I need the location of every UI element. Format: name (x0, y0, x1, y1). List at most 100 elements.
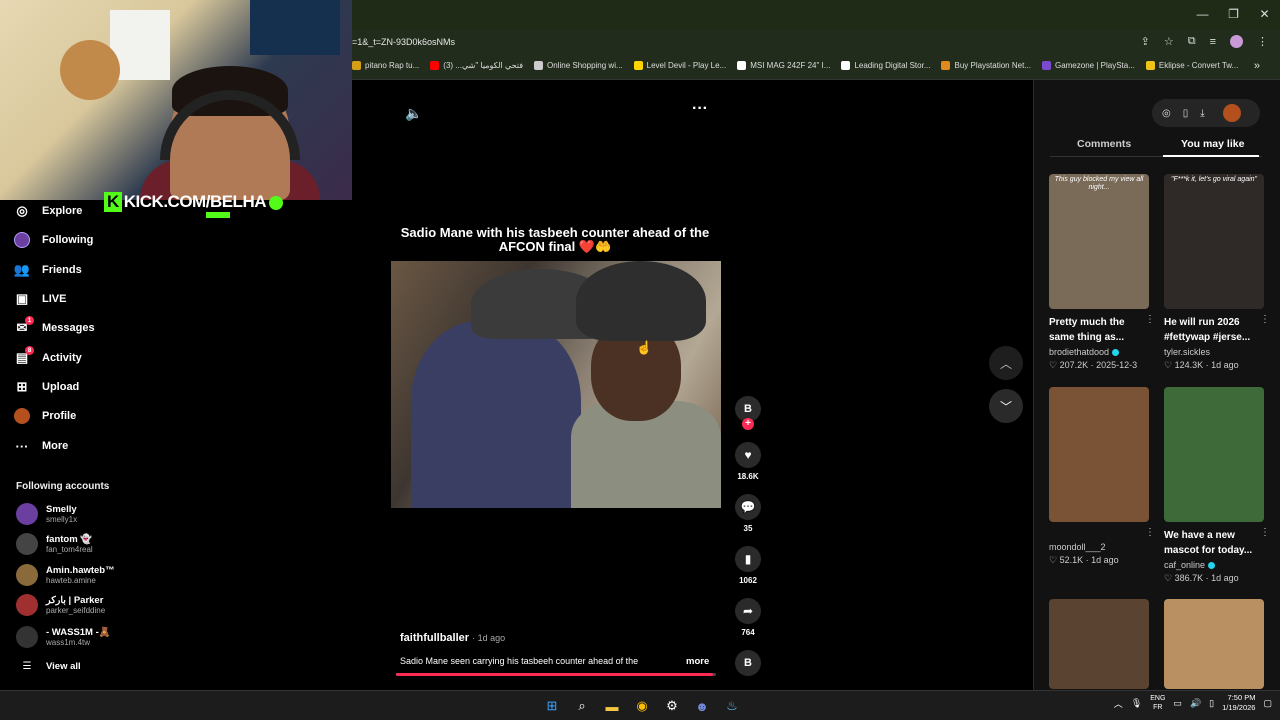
card-user[interactable]: tyler.sickles (1164, 347, 1264, 357)
more-options-icon[interactable]: ··· (692, 100, 708, 118)
card-user[interactable]: brodiethatdood (1049, 347, 1149, 357)
download-icon[interactable]: ⤓ (1200, 108, 1204, 119)
card-title[interactable]: He will run 2026 #fettywap #jerse... (1164, 315, 1264, 346)
url-text[interactable]: =1&_t=ZN-93D0k6osNMs (352, 37, 455, 47)
discord-icon[interactable]: ☻ (692, 696, 712, 716)
like-action[interactable]: ♥ 18.6K (732, 442, 764, 481)
windows-start-icon[interactable]: ⊞ (542, 696, 562, 716)
network-icon[interactable]: ▭ (1173, 698, 1182, 709)
sidebar-item-upload[interactable]: ⊞ Upload (14, 379, 80, 395)
sound-avatar[interactable]: B (735, 650, 761, 676)
clock[interactable]: 7:50 PM 1/19/2026 (1222, 693, 1255, 713)
card-options-icon[interactable]: ⋮ (1145, 314, 1155, 325)
caption-more-button[interactable]: more (686, 656, 709, 667)
following-account[interactable]: باركر | Parker parker_seifddine (16, 594, 105, 616)
bookmark-item[interactable]: Leading Digital Stor... (841, 61, 930, 70)
recommended-video-card[interactable] (1049, 599, 1149, 689)
bookmarks-overflow-button[interactable]: » (1254, 60, 1260, 72)
card-user[interactable]: caf_online (1164, 560, 1264, 570)
recommended-video-card[interactable]: This guy blocked my view all night... ⋮ Pr… (1049, 174, 1155, 371)
sidebar-item-activity[interactable]: ▤ 8 Activity (14, 346, 82, 366)
video-thumbnail[interactable] (1164, 387, 1264, 522)
bookmark-item[interactable]: Level Devil - Play Le... (633, 61, 726, 70)
author-avatar[interactable]: B + (735, 396, 761, 430)
sound-avatar-action[interactable]: B (732, 650, 764, 676)
video-thumbnail[interactable] (1049, 599, 1149, 689)
video-thumbnail[interactable] (1049, 387, 1149, 522)
sidebar-item-live[interactable]: ▣ LIVE (14, 291, 67, 307)
install-icon[interactable]: ⇪ (1141, 35, 1150, 48)
compass-icon[interactable]: ◎ (1162, 108, 1171, 119)
speaker-icon[interactable]: 🔊 (1190, 698, 1201, 709)
video-thumbnail[interactable]: "F***k it, let's go viral again" (1164, 174, 1264, 309)
save-action[interactable]: ▮ 1062 (732, 546, 764, 585)
recommended-video-card[interactable]: "F***k it, let's go viral again" ⋮ He will… (1164, 174, 1270, 371)
close-window-button[interactable]: ✕ (1249, 0, 1280, 28)
device-icon[interactable]: ▯ (1183, 108, 1189, 119)
media-icon[interactable]: ≡ (1210, 36, 1216, 48)
file-explorer-icon[interactable]: ▬ (602, 696, 622, 716)
comment-icon[interactable]: 💬 (735, 494, 761, 520)
browser-menu-icon[interactable]: ⋮ (1257, 35, 1268, 48)
card-options-icon[interactable]: ⋮ (1145, 527, 1155, 538)
my-avatar[interactable] (1222, 104, 1241, 122)
author-avatar-button[interactable]: B + (732, 396, 764, 430)
search-icon[interactable]: ⌕ (572, 696, 592, 716)
view-all-link[interactable]: ☰ View all (16, 661, 81, 672)
comment-action[interactable]: 💬 35 (732, 494, 764, 533)
card-options-icon[interactable]: ⋮ (1260, 314, 1270, 325)
card-user[interactable]: moondoll___2 (1049, 542, 1149, 552)
recommended-video-card[interactable]: ⋮ moondoll___2 ♡ 52.1K · 1d ago (1049, 387, 1155, 566)
following-account[interactable]: fantom 👻 fan_tom4real (16, 533, 93, 555)
microphone-icon[interactable]: 🎙 (1131, 698, 1142, 709)
author-name[interactable]: faithfullballer (400, 632, 469, 644)
video-thumbnail[interactable] (1164, 599, 1264, 689)
notifications-icon[interactable]: ▢ (1263, 698, 1272, 709)
restore-button[interactable]: ❐ (1218, 0, 1249, 28)
sidebar-item-explore[interactable]: ◎ Explore (14, 203, 82, 219)
bookmark-item[interactable]: فتحي الكوميا "شي... (3) (430, 61, 523, 70)
app-icon[interactable]: ⚙ (662, 696, 682, 716)
share-action[interactable]: ➦ 764 (732, 598, 764, 637)
minimize-button[interactable]: — (1187, 0, 1218, 28)
recommended-video-card[interactable]: ⋮ We have a new mascot for today... caf_on… (1164, 387, 1270, 584)
video-frame[interactable] (391, 261, 721, 508)
bookmark-item[interactable]: Online Shopping wi... (534, 61, 623, 70)
battery-icon[interactable]: ▯ (1209, 698, 1214, 709)
recommended-video-card[interactable] (1164, 599, 1264, 689)
card-title[interactable]: We have a new mascot for today... (1164, 528, 1264, 559)
bookmark-item[interactable]: MSI MAG 242F 24" I... (737, 61, 830, 70)
sidebar-item-following[interactable]: Following (14, 232, 93, 248)
chrome-icon[interactable]: ◉ (632, 696, 652, 716)
video-thumbnail[interactable]: This guy blocked my view all night... (1049, 174, 1149, 309)
language-indicator[interactable]: ENG FR (1150, 694, 1165, 712)
sidebar-item-profile[interactable]: Profile (14, 408, 76, 424)
following-account[interactable]: Amin.hawteb™ hawteb.amine (16, 564, 115, 586)
steam-icon[interactable]: ♨ (722, 696, 742, 716)
bookmark-item[interactable]: Gamezone | PlaySta... (1041, 61, 1135, 70)
video-progress-bar[interactable] (396, 673, 716, 676)
bookmark-item[interactable]: Eklipse - Convert Tw... (1145, 61, 1238, 70)
bookmark-item[interactable]: pitano Rap tu... (352, 61, 419, 70)
tab-comments[interactable]: Comments (1077, 138, 1131, 150)
card-title[interactable]: Pretty much the same thing as... (1049, 315, 1149, 346)
profile-avatar-icon[interactable] (1230, 35, 1243, 48)
sidebar-item-messages[interactable]: ✉ 1 Messages (14, 316, 95, 336)
heart-icon[interactable]: ♥ (735, 442, 761, 468)
volume-icon[interactable]: 🔈 (405, 105, 422, 122)
follow-plus-icon[interactable]: + (742, 418, 754, 430)
video-author[interactable]: faithfullballer · 1d ago (400, 632, 505, 644)
following-account[interactable]: Smelly smelly1x (16, 503, 77, 525)
tray-overflow-icon[interactable]: ︿ (1114, 697, 1123, 710)
bookmark-star-icon[interactable]: ☆ (1164, 35, 1174, 48)
bookmark-item[interactable]: Buy Playstation Net... (941, 61, 1031, 70)
next-video-button[interactable]: ﹀ (989, 389, 1023, 423)
tab-you-may-like[interactable]: You may like (1181, 138, 1244, 150)
sidebar-item-friends[interactable]: 👥 Friends (14, 262, 82, 278)
previous-video-button[interactable]: ︿ (989, 346, 1023, 380)
card-options-icon[interactable]: ⋮ (1260, 527, 1270, 538)
sidebar-item-more[interactable]: ··· More (14, 438, 69, 454)
bookmark-icon[interactable]: ▮ (735, 546, 761, 572)
share-icon[interactable]: ➦ (735, 598, 761, 624)
following-account[interactable]: - WASS1M -🧸 wass1m.4tw (16, 626, 111, 648)
